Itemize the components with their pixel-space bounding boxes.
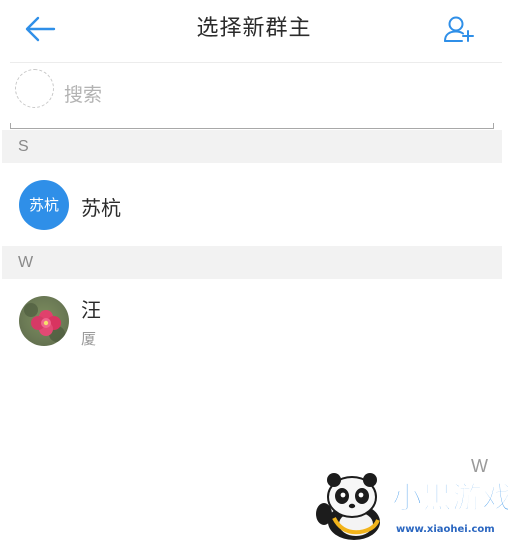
add-member-button[interactable] [438,11,478,51]
watermark-title: 小黑游戏 [392,481,508,516]
page-title: 选择新群主 [196,16,312,41]
contact-subtitle: 厦 [81,330,97,348]
search-placeholder-circle-icon [15,69,54,108]
flower-photo-icon [24,303,65,342]
contact-name: 汪 [81,298,101,322]
search-bar[interactable] [10,64,494,124]
header: 选择新群主 [0,0,508,60]
add-person-icon [444,16,474,42]
section-header-w: W [2,246,502,279]
header-divider [10,62,502,63]
watermark-logo: 小黑游戏 www.xiaohei.com [312,470,508,540]
section-header-s: S [2,130,502,163]
avatar: 苏杭 [19,180,69,230]
watermark-url: www.xiaohei.com [396,524,495,535]
search-input[interactable] [64,79,464,111]
panda-mascot-icon: 小黑游戏 www.xiaohei.com [316,473,508,540]
search-underline [10,123,494,129]
contact-item[interactable]: 苏杭 苏杭 [0,170,508,240]
avatar [19,296,69,346]
contact-item[interactable]: 汪 厦 [0,286,508,356]
contact-name: 苏杭 [81,196,121,220]
